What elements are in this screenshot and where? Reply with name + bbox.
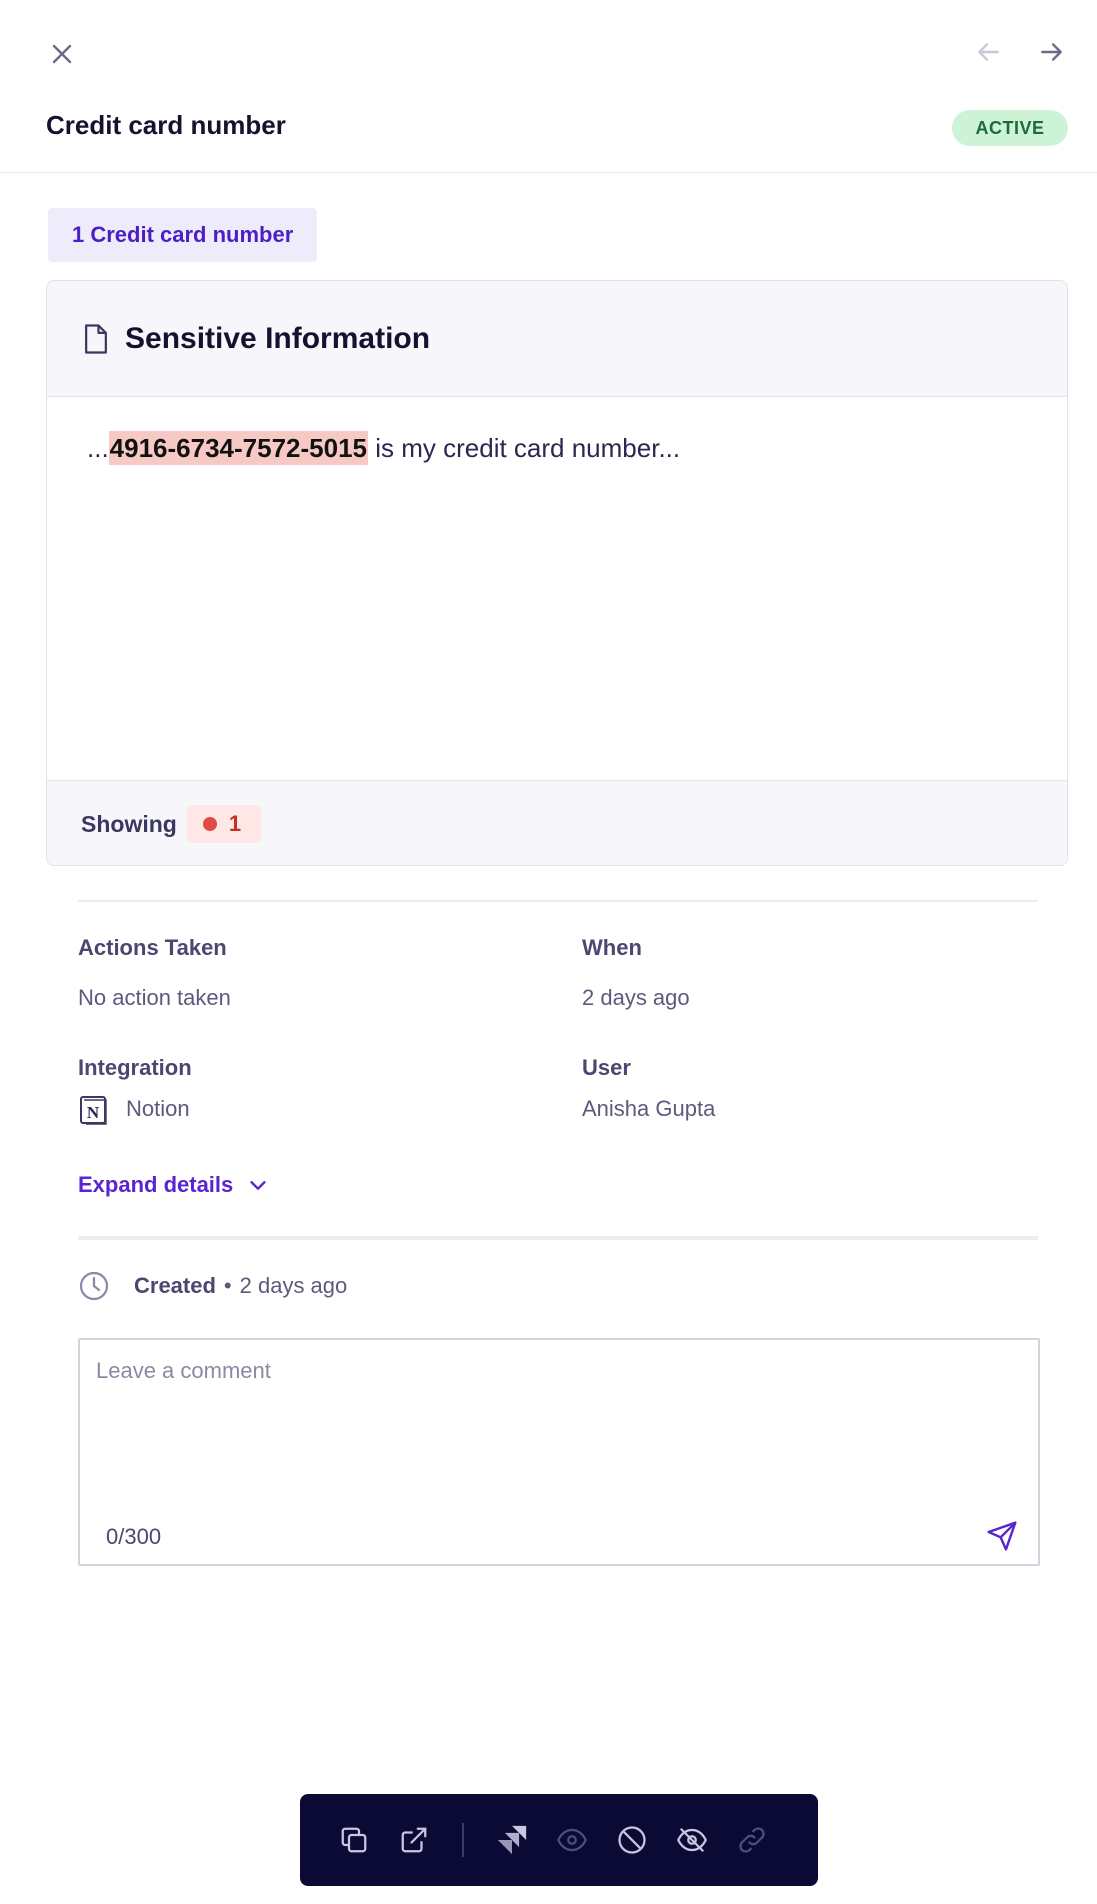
actions-taken-value: No action taken: [78, 985, 231, 1010]
send-icon: [987, 1521, 1017, 1551]
history-entry: Created • 2 days ago: [78, 1270, 347, 1302]
document-icon: [85, 323, 107, 354]
sensitive-info-card: Sensitive Information ...4916-6734-7572-…: [46, 280, 1068, 866]
integration-label: Integration: [78, 1055, 192, 1080]
user-value: Anisha Gupta: [582, 1096, 716, 1121]
page-title: Credit card number: [46, 110, 286, 140]
comment-box: 0/300: [78, 1338, 1040, 1566]
block-button[interactable]: [610, 1818, 654, 1862]
copy-button[interactable]: [332, 1818, 376, 1862]
integration-value: Notion: [126, 1096, 190, 1121]
copy-icon: [341, 1827, 367, 1853]
card-title: Sensitive Information: [125, 321, 431, 355]
match-count: 1: [228, 811, 242, 836]
clock-icon: [79, 1271, 109, 1301]
close-button[interactable]: [40, 32, 84, 76]
snippet-suffix: is my credit card number...: [368, 433, 681, 463]
detail-header: Credit card number ACTIVE: [0, 0, 1097, 173]
history-separator: •: [223, 1273, 232, 1298]
jira-icon: [497, 1825, 527, 1855]
match-count-badge[interactable]: 1: [186, 805, 262, 843]
snippet-match: 4916-6734-7572-5015: [108, 431, 369, 465]
card-footer: Showing 1: [47, 780, 1067, 865]
when-value: 2 days ago: [582, 985, 690, 1010]
char-counter: 0/300: [106, 1524, 162, 1549]
eye-icon: [557, 1828, 587, 1852]
snippet-prefix: ...: [87, 433, 109, 463]
send-comment-button[interactable]: [982, 1516, 1022, 1556]
action-toolbar: [300, 1794, 818, 1886]
toolbar-separator: [462, 1823, 464, 1857]
divider: [78, 1236, 1038, 1240]
jira-button[interactable]: [490, 1818, 534, 1862]
close-icon: [52, 44, 72, 64]
history-time: 2 days ago: [239, 1273, 348, 1298]
open-external-button[interactable]: [392, 1818, 436, 1862]
eye-off-icon: [677, 1827, 707, 1853]
copy-link-button[interactable]: [730, 1818, 774, 1862]
previous-button[interactable]: [966, 30, 1010, 74]
expand-details-button[interactable]: Expand details: [78, 1172, 269, 1198]
divider: [78, 900, 1038, 902]
link-icon: [739, 1827, 765, 1853]
user-label: User: [582, 1055, 631, 1080]
arrow-left-icon: [978, 43, 999, 61]
arrow-right-icon: [1041, 43, 1062, 61]
match-type-chip[interactable]: 1 Credit card number: [48, 208, 318, 262]
snippet: ...4916-6734-7572-5015 is my credit card…: [47, 397, 1067, 780]
when-label: When: [582, 935, 642, 960]
comment-input[interactable]: [96, 1358, 996, 1488]
expand-details-label: Expand details: [78, 1172, 234, 1197]
external-link-icon: [401, 1827, 427, 1853]
history-event: Created: [134, 1273, 216, 1298]
notion-icon: N: [80, 1096, 107, 1125]
redact-button[interactable]: [670, 1818, 714, 1862]
card-header: Sensitive Information: [47, 281, 1067, 397]
view-button[interactable]: [550, 1818, 594, 1862]
next-button[interactable]: [1030, 30, 1074, 74]
block-icon: [618, 1826, 646, 1854]
showing-label: Showing: [81, 810, 177, 837]
svg-text:N: N: [87, 1103, 100, 1122]
red-dot-icon: [202, 817, 217, 831]
status-badge: ACTIVE: [952, 110, 1068, 146]
actions-taken-label: Actions Taken: [78, 935, 227, 960]
chevron-down-icon: [250, 1181, 266, 1190]
